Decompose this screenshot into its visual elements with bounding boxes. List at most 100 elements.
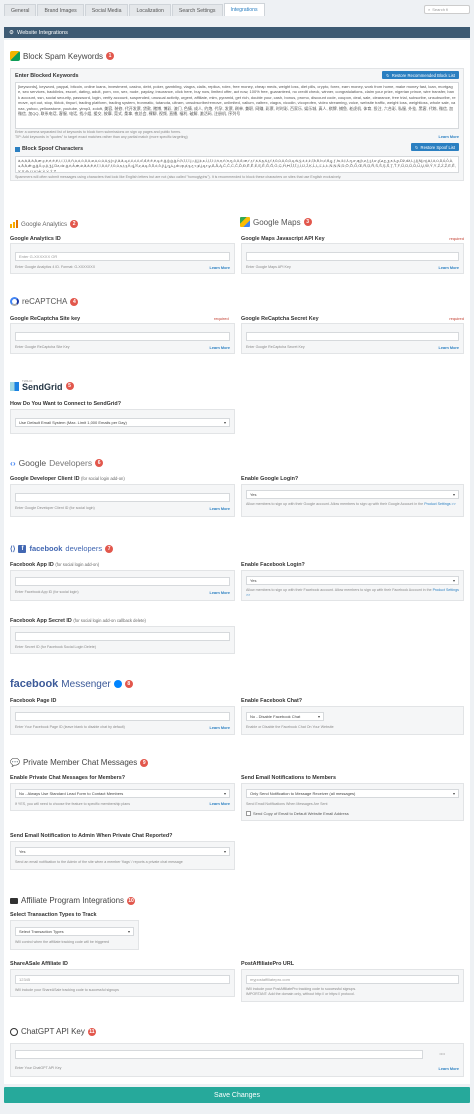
fb-id-label: Facebook App ID (for social login add-on… [10,562,99,568]
chevron-down-icon: ▾ [223,849,226,854]
gd-id-label-note: (for social login add-on) [81,476,125,481]
gm-number-badge: 3 [303,218,312,226]
rc-secret-learn-more[interactable]: Learn More [439,346,459,350]
fm-logo-text: facebook [10,678,59,690]
tab-brand-images[interactable]: Brand Images [37,4,84,16]
ap-types-select[interactable]: Select Transaction Types ▾ [15,927,134,936]
map-pin-icon [240,217,250,227]
pm-notify-help: Send Email Notifications When Messages A… [246,802,328,806]
gd-login-box: Yes ▾ Allow members to sign up with their… [241,484,464,517]
restore-block-list-button[interactable]: ↻ Restore Recommended Block List [382,71,459,79]
sg-logo-text: SendGrid [22,382,63,392]
settings-search-input[interactable]: ⌕ Search fi [424,5,470,14]
rc-site-learn-more[interactable]: Learn More [210,346,230,350]
gm-key-input[interactable] [246,252,459,261]
fb-login-help: Allow members to sign up with their Face… [246,588,459,597]
fb-id-label-note: (for social login add-on) [55,562,100,567]
restore-spoof-list-label: Restore Spoof List [420,144,455,150]
pm-admin-value: Yes [19,849,26,854]
save-changes-button[interactable]: Save Changes [4,1087,470,1103]
google-maps-logo: Google Maps 3 [240,217,312,227]
fm-chat-select[interactable]: No - Disable Facebook Chat ▾ [246,712,324,721]
ga-id-input[interactable]: Enter G-XXXXXX OR [15,252,230,261]
gd-login-select[interactable]: Yes ▾ [246,490,459,499]
pm-learn-more-link[interactable]: Learn More [210,802,230,806]
blocked-keywords-textarea[interactable]: [keywords], keyword, paypal, bitcoin, on… [15,82,459,129]
fm-page-input[interactable] [15,712,230,721]
ga-learn-more-link[interactable]: Learn More [210,266,230,270]
code-brackets-icon: ⟨⟩ [10,545,16,553]
tab-integrations[interactable]: Integrations [223,3,265,16]
gd-number-badge: 6 [95,459,104,467]
fb-secret-label-text: Facebook App Secret ID [10,618,72,624]
fb-id-help: Enter Facebook App ID (for social login) [15,590,79,594]
fm-page-label: Facebook Page ID [10,698,57,704]
spam-heading: Block Spam Keywords 1 [10,51,115,61]
sg-number-badge: 5 [65,382,74,390]
search-placeholder: Search fi [432,7,449,12]
spam-learn-more-link[interactable]: Learn More [439,135,459,139]
recaptcha-logo: reCAPTCHA 4 [10,297,79,306]
ap-types-help: Will control when the affiliate tracking… [15,940,110,944]
sg-connect-select[interactable]: Use Default Email System (Max. Limit 1,0… [15,418,230,427]
ap-pap-input[interactable]: mypostaffiliatepro.com [246,975,459,984]
spoof-characters-textarea[interactable]: à,á,â,ã,ä,å,æ,ç,è,é,ê,ë,ì,í,î,ï,ð,ñ,ò,ó,… [15,156,459,173]
restore-block-list-label: Restore Recommended Block List [391,72,455,78]
gd-id-input[interactable] [15,493,230,502]
gd-product-settings-link[interactable]: Product Settings >> [424,502,456,506]
pm-admin-select[interactable]: Yes ▾ [15,847,230,856]
briefcase-icon [10,897,18,904]
fb-learn-more-link[interactable]: Learn More [210,591,230,595]
integrations-panel: Block Spam Keywords 1 Enter Blocked Keywo… [4,40,470,1084]
restore-spoof-list-button[interactable]: ↻ Restore Spoof List [411,143,459,151]
pm-enable-select[interactable]: No - Always Use Standard Lead Form to Co… [15,789,230,798]
gpt-key-input[interactable] [15,1050,423,1059]
gd-logo-dev: Developers [49,458,93,468]
gm-learn-more-link[interactable]: Learn More [439,266,459,270]
tab-social-media[interactable]: Social Media [84,4,129,16]
gpt-title: ChatGPT API Key [21,1027,85,1036]
pm-enable-value: No - Always Use Standard Lead Form to Co… [19,791,124,796]
rc-secret-input[interactable] [246,332,459,341]
chat-bubbles-icon: 💬 [10,758,20,767]
facebook-messenger-logo: facebook Messenger 8 [10,678,133,690]
fb-id-input[interactable] [15,577,230,586]
openai-icon [10,1027,18,1036]
ga-logo-text: Google Analytics [21,220,68,228]
gpt-help: Enter Your ChatGPT API Key [15,1066,62,1070]
rc-site-input[interactable] [15,332,230,341]
pm-notify-box: Only Send Notification to Message Receiv… [241,783,464,821]
ap-ss-input[interactable]: 12345 [15,975,230,984]
pm-copy-checkbox[interactable] [246,811,251,816]
fm-page-box: Enter Your Facebook Page ID (leave blank… [10,706,235,735]
ap-types-value: Select Transaction Types [19,929,64,934]
rc-site-help: Enter Google ReCaptcha Site Key [15,345,70,349]
fb-login-select[interactable]: Yes ▾ [246,576,459,585]
tab-general[interactable]: General [4,4,37,16]
rc-number-badge: 4 [70,297,79,306]
fm-learn-more-link[interactable]: Learn More [210,726,230,730]
tab-bar: General Brand Images Social Media Locali… [4,3,470,16]
gpt-learn-more-link[interactable]: Learn More [439,1067,459,1071]
gear-icon: ⚙ [9,29,15,36]
ga-id-placeholder: Enter G-XXXXXX OR [19,254,58,259]
fb-logo-text: facebook [29,544,63,553]
rc-secret-help: Enter Google ReCaptcha Secret Key [246,345,305,349]
section-header: ⚙ Website Integrations [4,27,470,38]
sg-connect-value: Use Default Email System (Max. Limit 1,0… [19,420,127,425]
developers-icon: ‹› [10,458,16,468]
pm-notify-select[interactable]: Only Send Notification to Message Receiv… [246,789,459,798]
keywords-help: Enter a comma separated list of keywords… [15,130,181,134]
gd-login-label: Enable Google Login? [241,476,299,482]
gd-id-box: Enter Google Developer Client ID (for so… [10,484,235,517]
fb-secret-input[interactable] [15,632,230,641]
tab-localization[interactable]: Localization [129,4,171,16]
blocked-keywords-label: Enter Blocked Keywords [15,73,79,79]
gd-learn-more-link[interactable]: Learn More [210,507,230,511]
tab-search-settings[interactable]: Search Settings [171,4,223,16]
chevron-down-icon: ▾ [452,492,455,497]
recaptcha-icon [10,297,19,306]
spoof-help: Spammers will often submit messages usin… [15,175,342,179]
gm-box: Enter Google Maps API Key Learn More [241,243,464,274]
spoof-checkbox[interactable] [15,146,20,152]
